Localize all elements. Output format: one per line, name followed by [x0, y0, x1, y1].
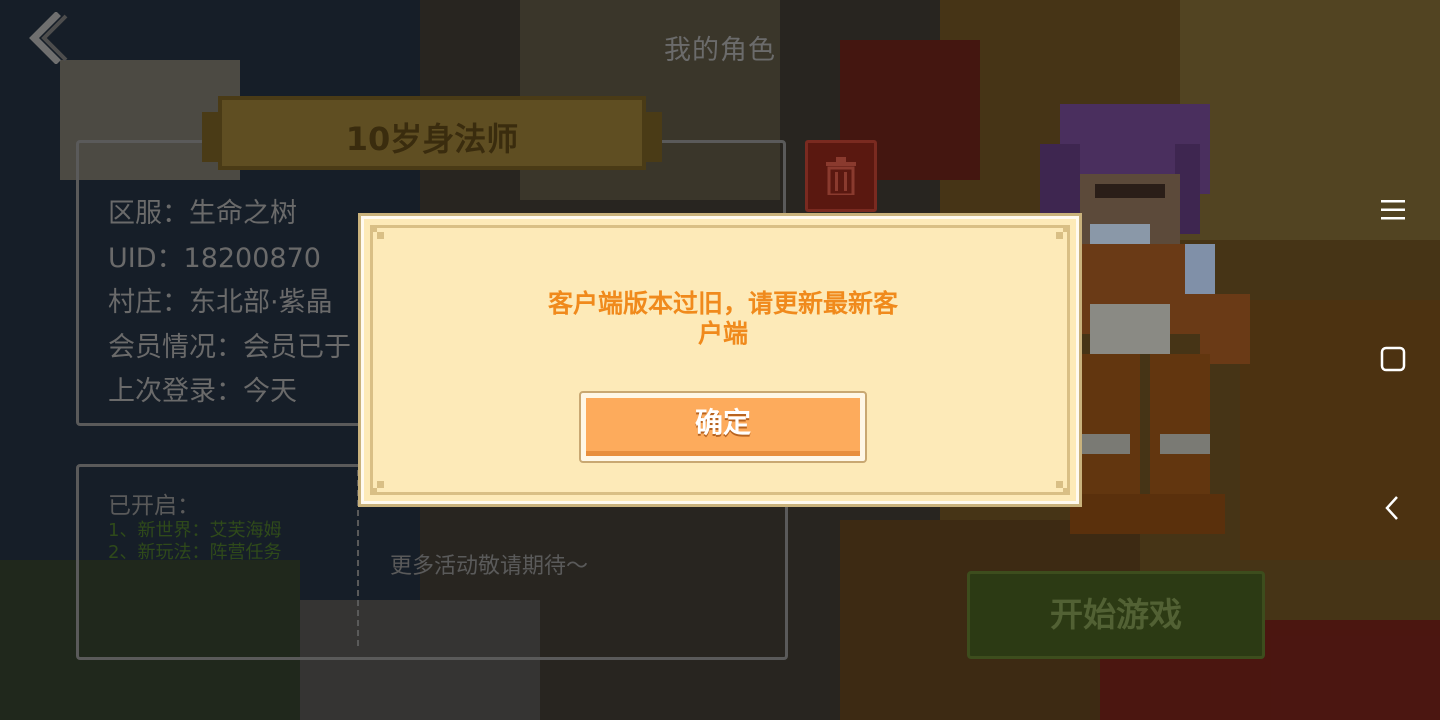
character-name-banner: 10岁身法师: [202, 96, 662, 170]
event-item: 1、新世界：艾芙海姆: [108, 520, 282, 541]
dialog-corner-ornament: [370, 225, 384, 239]
start-game-button[interactable]: 开始游戏: [967, 571, 1265, 659]
character-info-list: 区服：生命之树 UID：18200870 村庄：东北部·紫晶 会员情况：会员已于…: [108, 192, 351, 415]
confirm-button[interactable]: 确定: [579, 391, 867, 463]
page-title: 我的角色: [664, 35, 776, 66]
delete-character-button[interactable]: [805, 140, 877, 212]
character-name: 10岁身法师: [345, 120, 519, 158]
menu-icon[interactable]: [1380, 198, 1406, 222]
info-last-login: 上次登录：今天: [108, 376, 297, 407]
events-heading: 已开启：: [108, 493, 200, 519]
update-dialog: 客户端版本过旧，请更新最新客 户端 确定: [361, 216, 1079, 504]
events-list: 1、新世界：艾芙海姆 2、新玩法：阵营任务: [108, 520, 281, 564]
dialog-corner-ornament: [1056, 481, 1070, 495]
dialog-corner-ornament: [370, 481, 384, 495]
game-screen: 我的角色 10岁身法师 区服：生命之树 UID：18200870 村庄：东北部·…: [0, 0, 1440, 720]
dialog-corner-ornament: [1056, 225, 1070, 239]
info-village: 村庄：东北部·紫晶: [108, 287, 333, 318]
info-membership: 会员情况：会员已于: [108, 331, 351, 363]
event-item: 2、新玩法：阵营任务: [108, 542, 282, 563]
trash-icon: [826, 157, 856, 195]
dialog-message: 客户端版本过旧，请更新最新客 户端: [547, 289, 898, 348]
info-uid: UID：18200870: [108, 242, 321, 274]
square-icon[interactable]: [1380, 346, 1406, 372]
events-divider: [357, 470, 359, 646]
info-server: 区服：生命之树: [108, 198, 297, 229]
back-triangle-icon[interactable]: [1380, 494, 1406, 522]
confirm-button-label: 确定: [586, 398, 860, 456]
events-more-text: 更多活动敬请期待～: [390, 554, 589, 579]
